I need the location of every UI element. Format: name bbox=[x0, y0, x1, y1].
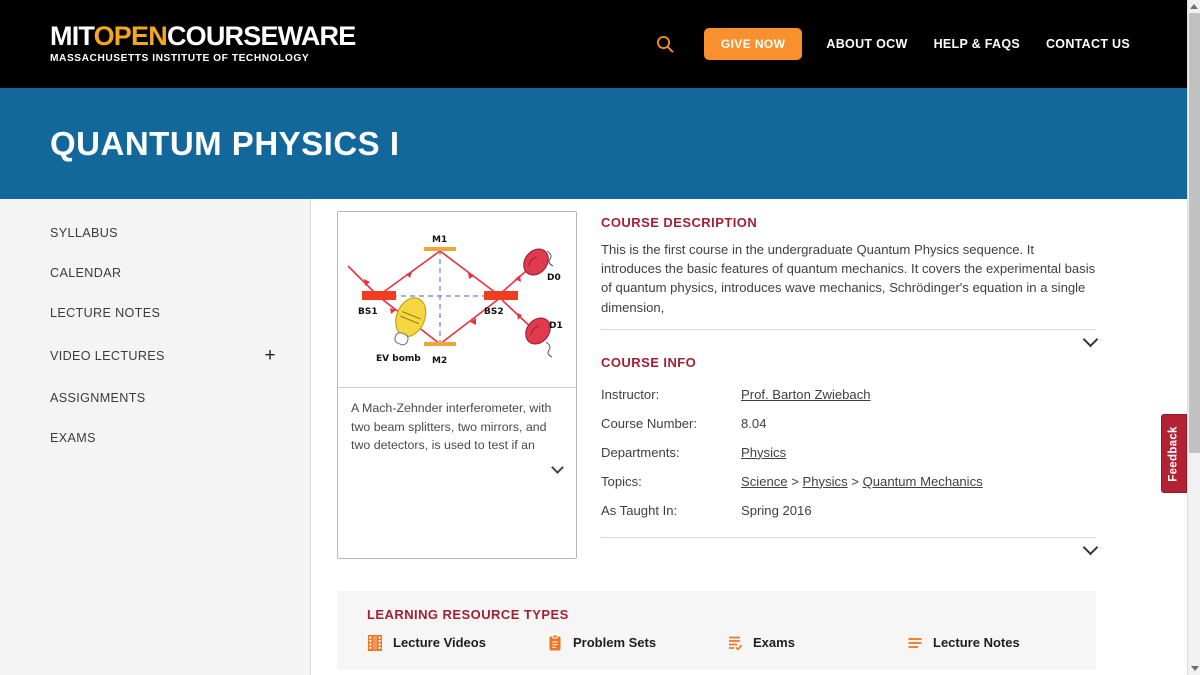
scroll-up-arrow-icon bbox=[1190, 4, 1198, 9]
info-key: Departments: bbox=[601, 444, 680, 460]
table-row: Departments: Physics bbox=[601, 438, 1096, 467]
film-strip-icon bbox=[368, 634, 382, 651]
sidebar-item-assignments[interactable]: ASSIGNMENTS bbox=[0, 378, 310, 418]
course-banner: QUANTUM PHYSICS I bbox=[0, 88, 1200, 199]
header-nav: GIVE NOW ABOUT OCW HELP & FAQS CONTACT U… bbox=[648, 0, 1130, 88]
course-info-table: Instructor: Prof. Barton Zwiebach Course… bbox=[601, 380, 1096, 525]
chevron-down-icon bbox=[1082, 539, 1099, 556]
topic-separator: > bbox=[791, 473, 799, 489]
resource-type-problem-sets[interactable]: Problem Sets bbox=[547, 634, 727, 652]
clipboard-icon bbox=[549, 634, 561, 651]
logo-mit: MIT bbox=[50, 21, 94, 52]
svg-text:M1: M1 bbox=[432, 235, 447, 245]
nav-link-about-ocw[interactable]: ABOUT OCW bbox=[826, 37, 907, 51]
scroll-up-button[interactable] bbox=[1188, 0, 1200, 13]
topic-link-science[interactable]: Science bbox=[741, 474, 788, 489]
lines-icon bbox=[908, 637, 922, 648]
topic-separator: > bbox=[851, 473, 859, 489]
info-value: Physics bbox=[741, 438, 1096, 467]
svg-text:BS2: BS2 bbox=[484, 307, 504, 317]
instructor-link[interactable]: Prof. Barton Zwiebach bbox=[741, 387, 871, 402]
resource-type-label: Lecture Videos bbox=[393, 635, 486, 651]
course-sidebar: SYLLABUS CALENDAR LECTURE NOTES VIDEO LE… bbox=[0, 199, 311, 675]
course-description-text: This is the first course in the undergra… bbox=[601, 242, 1096, 315]
info-value: Prof. Barton Zwiebach bbox=[741, 380, 1096, 409]
chevron-down-icon bbox=[551, 460, 564, 474]
topic-link-physics[interactable]: Physics bbox=[803, 474, 848, 489]
info-value: Science > Physics > Quantum Mechanics bbox=[741, 467, 1096, 496]
course-image: M1 M2 BS1 BS2 D0 D1 EV bomb bbox=[338, 212, 576, 388]
learning-resource-types-panel: LEARNING RESOURCE TYPES Lecture Videos P… bbox=[337, 590, 1096, 670]
feedback-label: Feedback bbox=[1168, 425, 1181, 482]
main-content: M1 M2 BS1 BS2 D0 D1 EV bomb A Mach-Zehnd… bbox=[311, 199, 1200, 675]
resource-type-label: Problem Sets bbox=[573, 635, 657, 651]
table-row: Instructor: Prof. Barton Zwiebach bbox=[601, 380, 1096, 409]
course-image-caption: A Mach-Zehnder interferometer, with two … bbox=[351, 401, 552, 452]
svg-text:BS1: BS1 bbox=[358, 307, 378, 317]
scroll-down-arrow-icon bbox=[1190, 666, 1199, 671]
resource-type-lecture-videos[interactable]: Lecture Videos bbox=[367, 634, 547, 652]
table-row: As Taught In: Spring 2016 bbox=[601, 496, 1096, 525]
sidebar-item-lecture-notes[interactable]: LECTURE NOTES bbox=[0, 293, 310, 333]
resource-type-exams[interactable]: Exams bbox=[727, 634, 907, 652]
checklist-icon bbox=[729, 636, 743, 651]
info-value: 8.04 bbox=[741, 415, 767, 431]
course-info-expand-button[interactable] bbox=[601, 538, 1099, 559]
logo-wordmark: MITOPENCOURSEWARE bbox=[50, 21, 356, 52]
course-description-expand-button[interactable] bbox=[601, 330, 1099, 351]
logo-open: OPEN bbox=[93, 21, 168, 52]
sidebar-item-label: SYLLABUS bbox=[50, 226, 118, 240]
resource-type-label: Exams bbox=[753, 635, 795, 651]
department-link[interactable]: Physics bbox=[741, 445, 786, 460]
sidebar-item-calendar[interactable]: CALENDAR bbox=[0, 253, 310, 293]
feedback-tab[interactable]: Feedback bbox=[1161, 414, 1187, 493]
info-key: Instructor: bbox=[601, 386, 660, 402]
page-title: QUANTUM PHYSICS I bbox=[50, 124, 400, 162]
svg-text:EV bomb: EV bomb bbox=[376, 354, 421, 364]
search-icon bbox=[656, 36, 674, 53]
resource-type-lecture-notes[interactable]: Lecture Notes bbox=[907, 634, 1087, 652]
course-details: COURSE DESCRIPTION This is the first cou… bbox=[577, 211, 1099, 559]
svg-text:D0: D0 bbox=[547, 273, 561, 283]
info-value: Spring 2016 bbox=[741, 502, 812, 518]
sidebar-item-label: ASSIGNMENTS bbox=[50, 391, 146, 405]
sidebar-item-label: VIDEO LECTURES bbox=[50, 348, 165, 363]
caption-expand-button[interactable] bbox=[338, 457, 576, 485]
info-key: Course Number: bbox=[601, 415, 698, 431]
learning-resource-types-heading: LEARNING RESOURCE TYPES bbox=[367, 606, 569, 622]
course-info-heading: COURSE INFO bbox=[601, 354, 697, 370]
search-button[interactable] bbox=[648, 27, 682, 61]
course-image-card: M1 M2 BS1 BS2 D0 D1 EV bomb A Mach-Zehnd… bbox=[337, 211, 577, 559]
info-key: As Taught In: bbox=[601, 502, 678, 518]
svg-text:D1: D1 bbox=[549, 321, 563, 331]
scroll-down-button[interactable] bbox=[1188, 662, 1200, 675]
sidebar-item-syllabus[interactable]: SYLLABUS bbox=[0, 213, 310, 253]
sidebar-item-video-lectures[interactable]: VIDEO LECTURES + bbox=[0, 333, 310, 378]
ocw-logo[interactable]: MITOPENCOURSEWARE MASSACHUSETTS INSTITUT… bbox=[50, 21, 356, 65]
chevron-down-icon bbox=[1082, 331, 1099, 348]
page-scrollbar[interactable] bbox=[1187, 0, 1200, 675]
logo-courseware: COURSEWARE bbox=[166, 21, 356, 52]
sidebar-item-label: CALENDAR bbox=[50, 266, 122, 280]
learning-resource-types-list: Lecture Videos Problem Sets Exams Lectur… bbox=[367, 634, 1096, 652]
site-header: MITOPENCOURSEWARE MASSACHUSETTS INSTITUT… bbox=[0, 0, 1200, 88]
logo-subtitle: MASSACHUSETTS INSTITUTE OF TECHNOLOGY bbox=[50, 53, 310, 65]
topic-link-quantum-mechanics[interactable]: Quantum Mechanics bbox=[863, 474, 983, 489]
page-body: SYLLABUS CALENDAR LECTURE NOTES VIDEO LE… bbox=[0, 199, 1200, 675]
nav-link-contact-us[interactable]: CONTACT US bbox=[1046, 37, 1130, 51]
sidebar-item-exams[interactable]: EXAMS bbox=[0, 418, 310, 458]
sidebar-item-label: EXAMS bbox=[50, 431, 96, 445]
sidebar-item-label: LECTURE NOTES bbox=[50, 306, 161, 320]
give-now-button[interactable]: GIVE NOW bbox=[703, 28, 803, 60]
table-row: Course Number: 8.04 bbox=[601, 409, 1096, 438]
info-key: Topics: bbox=[601, 473, 642, 489]
plus-icon[interactable]: + bbox=[262, 346, 278, 365]
mach-zehnder-diagram: M1 M2 BS1 BS2 D0 D1 EV bomb bbox=[344, 217, 570, 382]
resource-type-label: Lecture Notes bbox=[933, 635, 1020, 651]
nav-link-help-faqs[interactable]: HELP & FAQS bbox=[934, 37, 1020, 51]
scrollbar-thumb[interactable] bbox=[1189, 13, 1200, 453]
course-description-heading: COURSE DESCRIPTION bbox=[601, 215, 758, 230]
svg-text:M2: M2 bbox=[432, 356, 447, 366]
table-row: Topics: Science > Physics > Quantum Mech… bbox=[601, 467, 1096, 496]
